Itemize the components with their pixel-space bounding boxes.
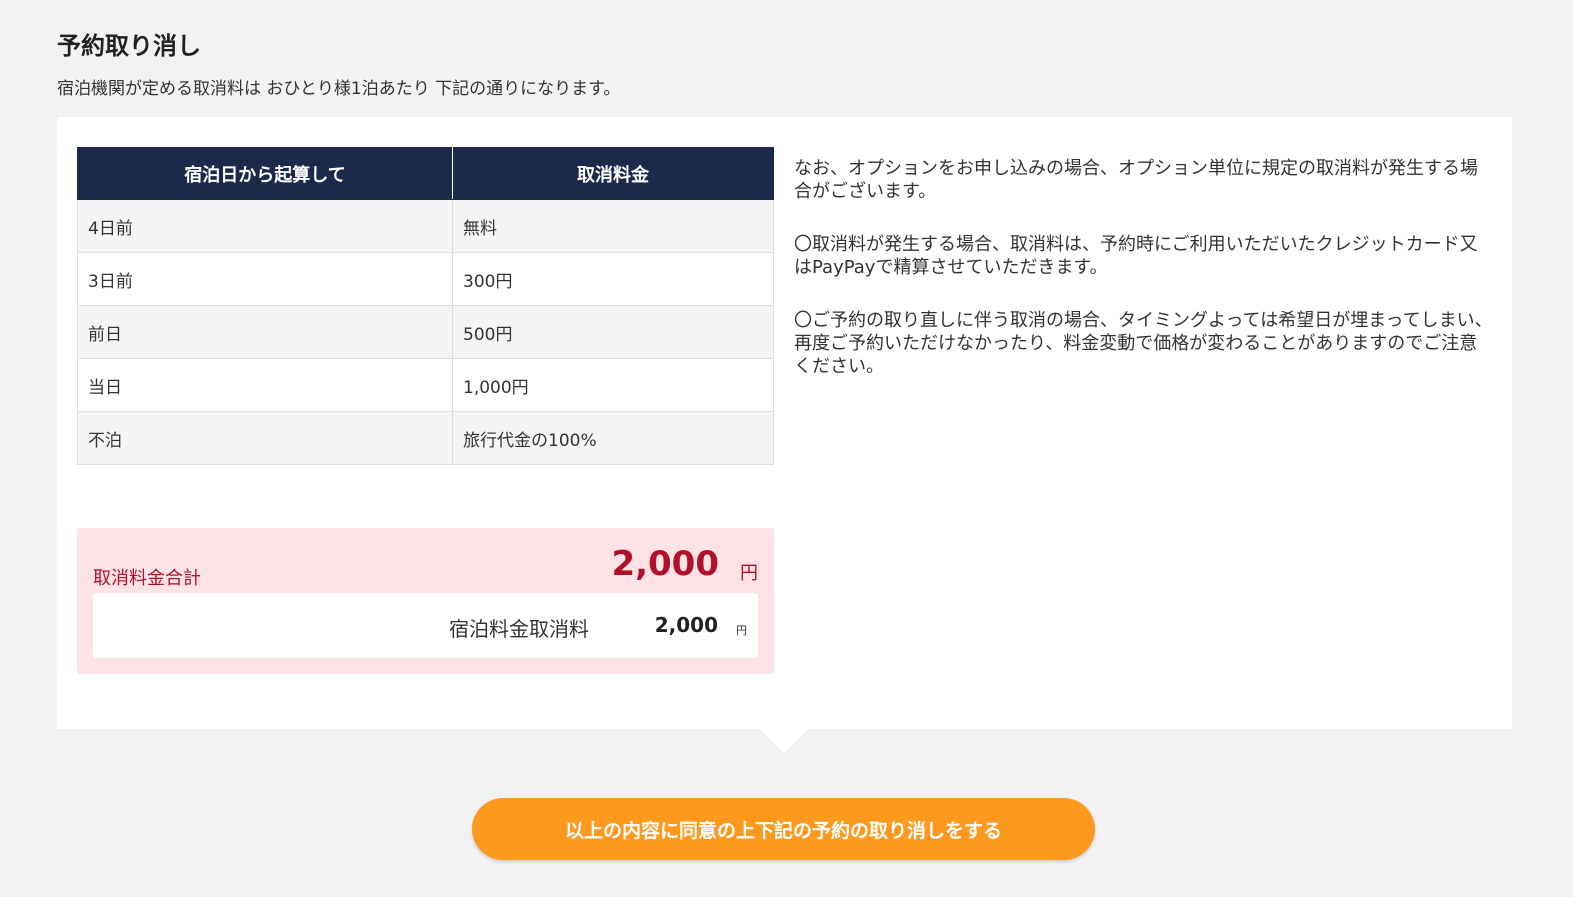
table-header-row: 宿泊日から起算して 取消料金 [77, 147, 774, 200]
table-row: 4日前 無料 [77, 199, 774, 253]
panel-pointer-arrow [760, 729, 808, 753]
cancellation-notes: なお、オプションをお申し込みの場合、オプション単位に規定の取消料が発生する場合が… [794, 157, 1494, 408]
page-title: 予約取り消し [57, 32, 201, 60]
table-cell-fee: 旅行代金の100% [452, 411, 774, 465]
note-rebooking: 〇ご予約の取り直しに伴う取消の場合、タイミングよっては希望日が埋まってしまい、再… [794, 310, 1493, 377]
breakdown-amount: 2,000 [654, 613, 718, 637]
total-fee-label: 取消料金合計 [93, 568, 201, 589]
fee-breakdown: 宿泊料金取消料 2,000 円 [93, 593, 758, 658]
table-cell-days: 3日前 [77, 252, 453, 306]
cancellation-panel: 宿泊日から起算して 取消料金 4日前 無料 3日前 300円 前日 500円 当… [57, 117, 1512, 729]
table-cell-fee: 1,000円 [452, 358, 774, 412]
table-cell-fee: 500円 [452, 305, 774, 359]
table-row: 前日 500円 [77, 305, 774, 359]
cancellation-fee-table: 宿泊日から起算して 取消料金 4日前 無料 3日前 300円 前日 500円 当… [77, 147, 774, 465]
total-fee-box: 取消料金合計 2,000 円 宿泊料金取消料 2,000 円 [77, 528, 774, 674]
table-cell-days: 当日 [77, 358, 453, 412]
table-cell-days: 前日 [77, 305, 453, 359]
table-cell-days: 不泊 [77, 411, 453, 465]
table-cell-fee: 無料 [452, 199, 774, 253]
table-row: 3日前 300円 [77, 252, 774, 306]
table-cell-fee: 300円 [452, 252, 774, 306]
table-header-fee: 取消料金 [452, 147, 774, 200]
total-fee-amount: 2,000 [611, 544, 719, 584]
table-header-days: 宿泊日から起算して [77, 147, 453, 200]
breakdown-label: 宿泊料金取消料 [449, 617, 589, 641]
table-row: 不泊 旅行代金の100% [77, 411, 774, 465]
confirm-cancel-button[interactable]: 以上の内容に同意の上下記の予約の取り消しをする [472, 798, 1095, 860]
table-row: 当日 1,000円 [77, 358, 774, 412]
note-option-fee: なお、オプションをお申し込みの場合、オプション単位に規定の取消料が発生する場合が… [794, 158, 1478, 202]
table-cell-days: 4日前 [77, 199, 453, 253]
note-payment: 〇取消料が発生する場合、取消料は、予約時にご利用いただいたクレジットカード又はP… [794, 234, 1478, 278]
page-description: 宿泊機関が定める取消料は おひとり様1泊あたり 下記の通りになります。 [57, 79, 621, 99]
breakdown-unit: 円 [736, 624, 747, 637]
total-fee-unit: 円 [740, 563, 758, 584]
